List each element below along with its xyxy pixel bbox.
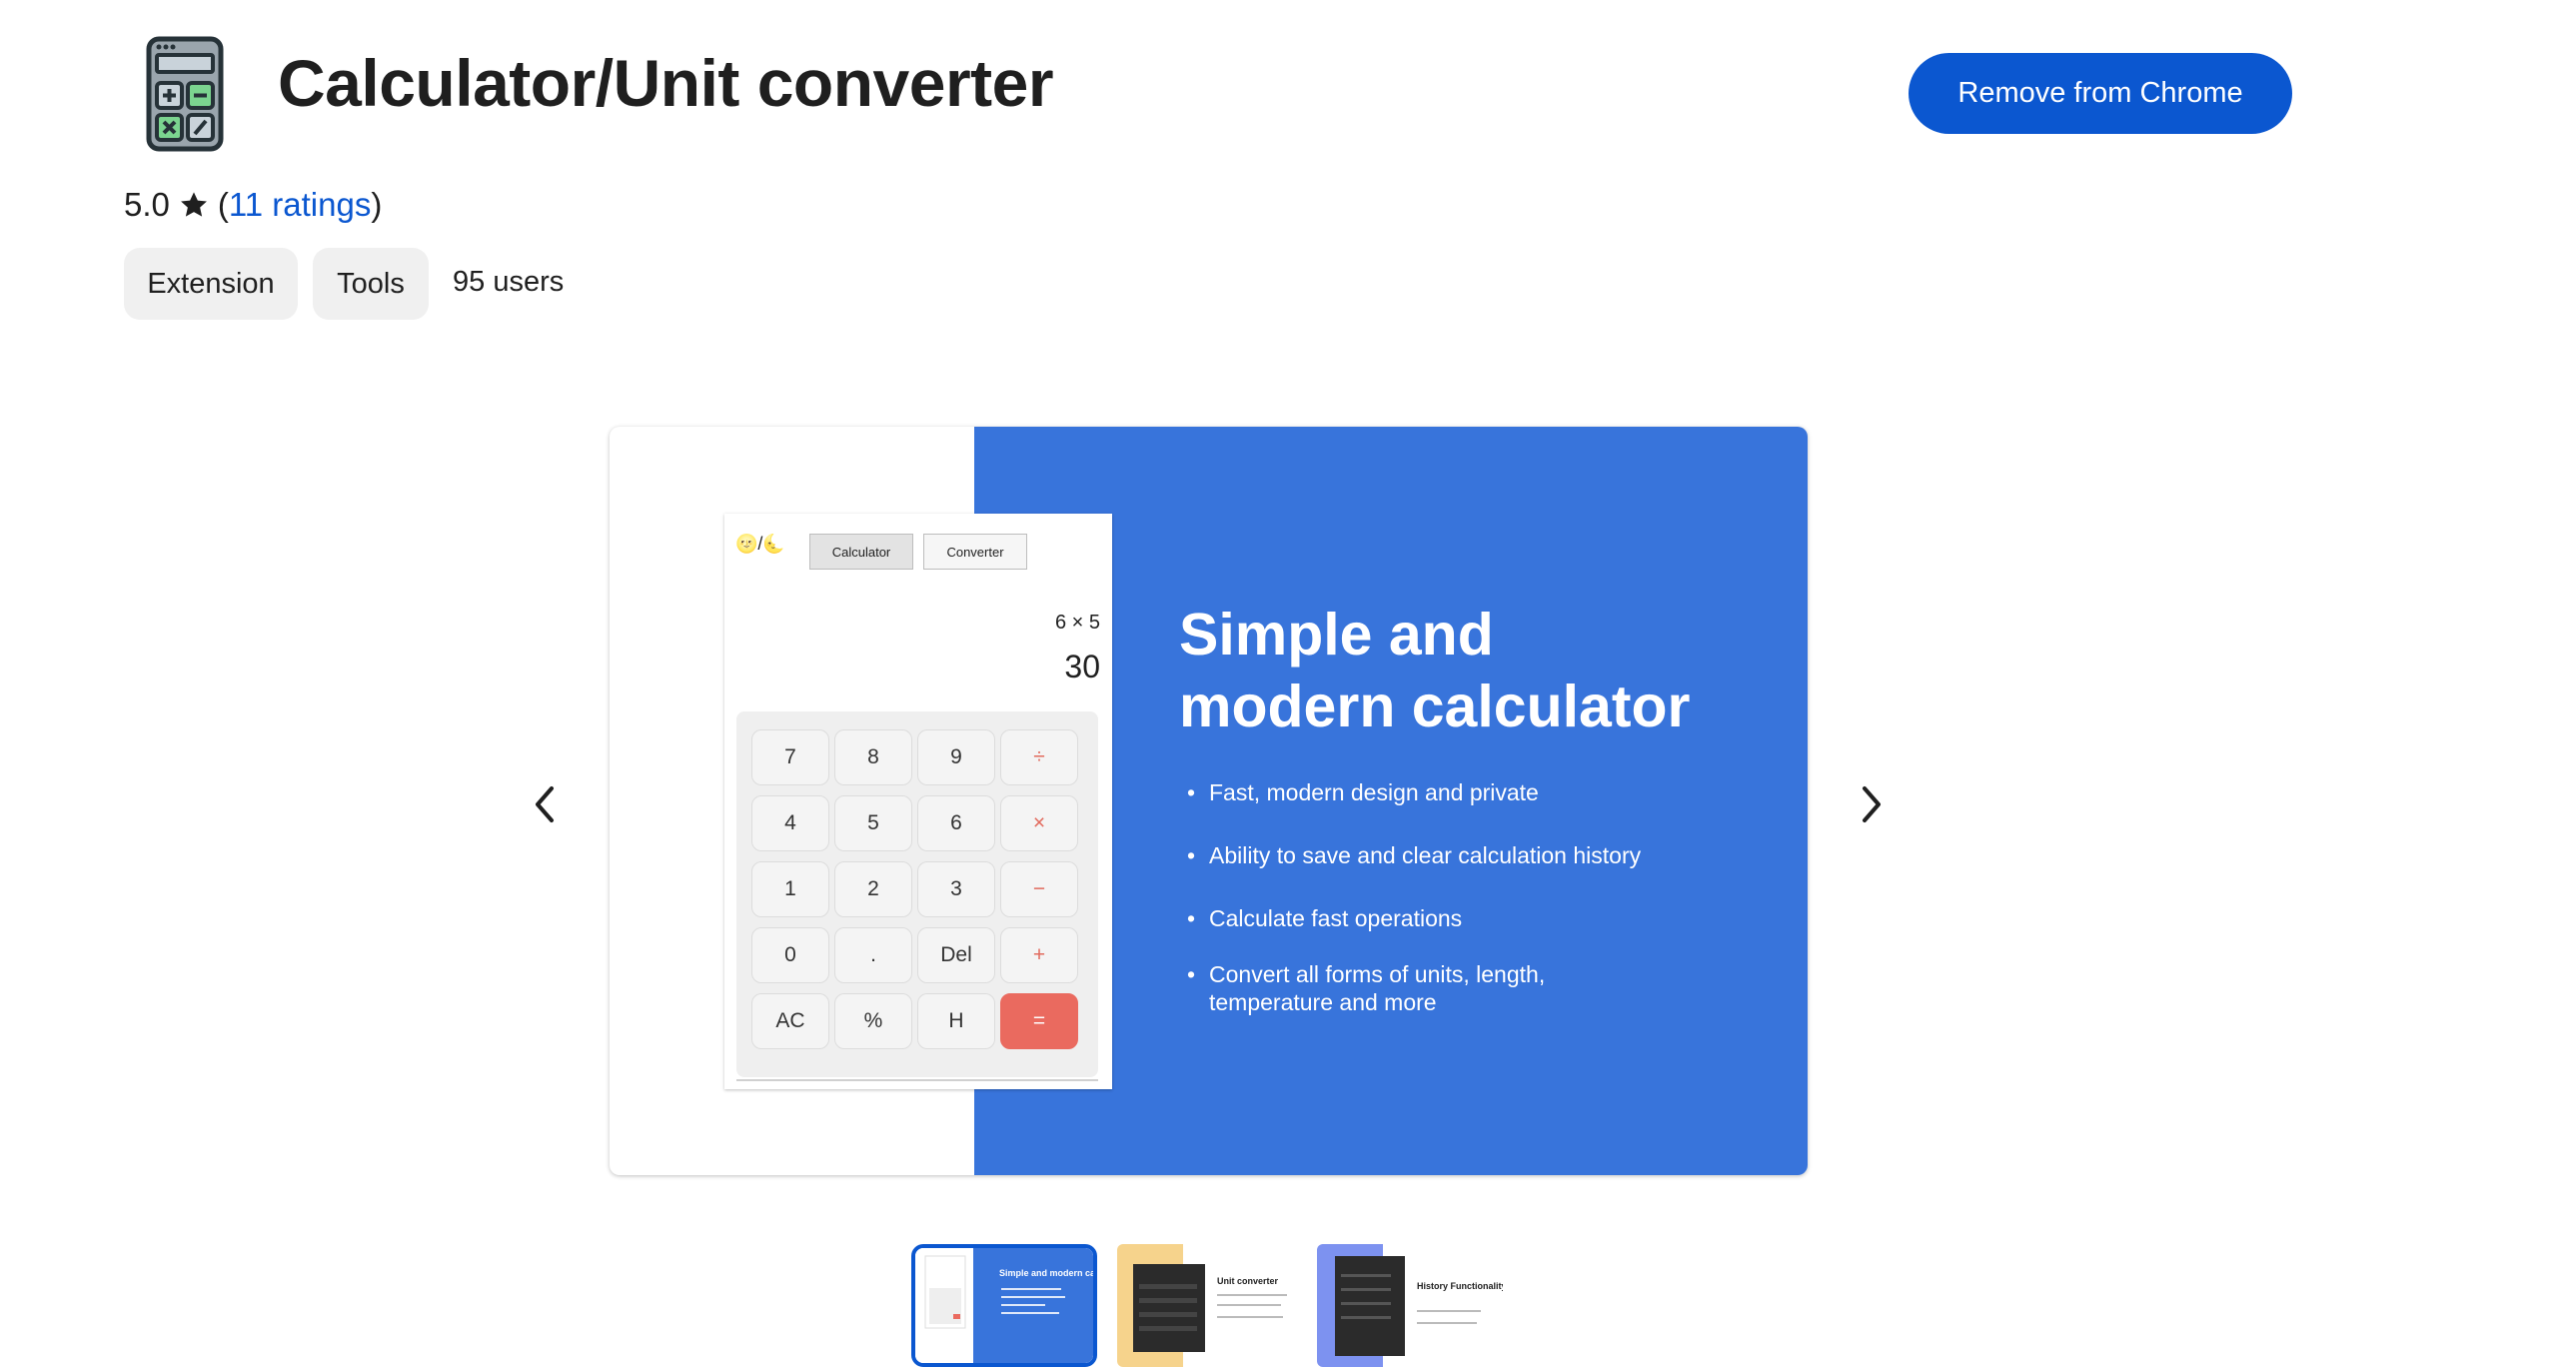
mock-key: × — [1000, 795, 1078, 851]
mock-key: Del — [917, 927, 995, 983]
slide-heading-line: modern calculator — [1179, 674, 1691, 739]
ratings-paren-open: ( — [217, 186, 229, 223]
mock-tab-converter: Converter — [923, 534, 1027, 570]
slide-bullet: Ability to save and clear calculation hi… — [1187, 841, 1707, 869]
ratings-link[interactable]: 11 ratings — [229, 186, 371, 223]
mock-key: 8 — [834, 729, 912, 785]
slide-heading: Simple and modern calculator — [1179, 599, 1759, 742]
user-count: 95 users — [453, 266, 565, 298]
slide-bullet: Calculate fast operations — [1187, 904, 1707, 932]
mock-expression: 6 × 5 — [1054, 612, 1100, 634]
extension-type-chip[interactable]: Extension — [124, 248, 298, 320]
thumbnail-title: Simple and modern calculator — [999, 1268, 1093, 1278]
slide-bullet: Convert all forms of units, length, temp… — [1187, 960, 1609, 1016]
rating-row: 5.0 (11 ratings) — [124, 186, 382, 224]
remove-from-chrome-button[interactable]: Remove from Chrome — [1909, 53, 2292, 134]
thumbnail-title: Unit converter — [1217, 1276, 1279, 1286]
calculator-mockup: 🌝/🌜 Calculator Converter 6 × 5 30 7 8 9 ÷ 4 5… — [724, 514, 1112, 1089]
mock-key: − — [1000, 861, 1078, 917]
category-chip[interactable]: Tools — [313, 248, 429, 320]
chevron-left-icon[interactable] — [520, 774, 570, 834]
extension-title: Calculator/Unit converter — [278, 46, 1054, 120]
thumbnail-2[interactable]: Unit converter — [1117, 1244, 1303, 1367]
mock-tab-calculator: Calculator — [809, 534, 913, 570]
screenshot-slide: 🌝/🌜 Calculator Converter 6 × 5 30 7 8 9 ÷ 4 5… — [610, 427, 1808, 1175]
mock-key: 7 — [751, 729, 829, 785]
mock-key: ÷ — [1000, 729, 1078, 785]
thumbnail-3[interactable]: History Functionality — [1317, 1244, 1503, 1367]
mock-key: 3 — [917, 861, 995, 917]
slide-bullet: Fast, modern design and private — [1187, 778, 1707, 806]
mock-key: H — [917, 993, 995, 1049]
rating-value: 5.0 — [124, 186, 170, 223]
mock-key: 6 — [917, 795, 995, 851]
ratings-paren-close: ) — [371, 186, 383, 223]
mock-key: 9 — [917, 729, 995, 785]
mock-key: + — [1000, 927, 1078, 983]
chevron-right-icon[interactable] — [1847, 774, 1897, 834]
mock-keypad: 7 8 9 ÷ 4 5 6 × 1 2 3− 0. Del + AC% H = — [736, 711, 1098, 1077]
mock-key: AC — [751, 993, 829, 1049]
mock-key: 2 — [834, 861, 912, 917]
mock-key: % — [834, 993, 912, 1049]
mock-key: 4 — [751, 795, 829, 851]
mock-divider — [736, 1079, 1098, 1081]
thumbnail-title: History Functionality — [1417, 1281, 1503, 1291]
slide-bullet-list: Fast, modern design and private Ability … — [1187, 778, 1707, 1016]
star-icon — [178, 189, 210, 221]
mock-key: 0 — [751, 927, 829, 983]
mock-key: . — [834, 927, 912, 983]
mock-key: 1 — [751, 861, 829, 917]
mock-key: = — [1000, 993, 1078, 1049]
thumbnail-1[interactable]: Simple and modern calculator — [911, 1244, 1097, 1367]
slide-heading-line: Simple and — [1179, 602, 1494, 668]
mock-result: 30 — [1064, 649, 1100, 684]
mock-key: 5 — [834, 795, 912, 851]
theme-toggle-icon: 🌝/🌜 — [735, 534, 785, 554]
calculator-icon — [146, 36, 224, 152]
